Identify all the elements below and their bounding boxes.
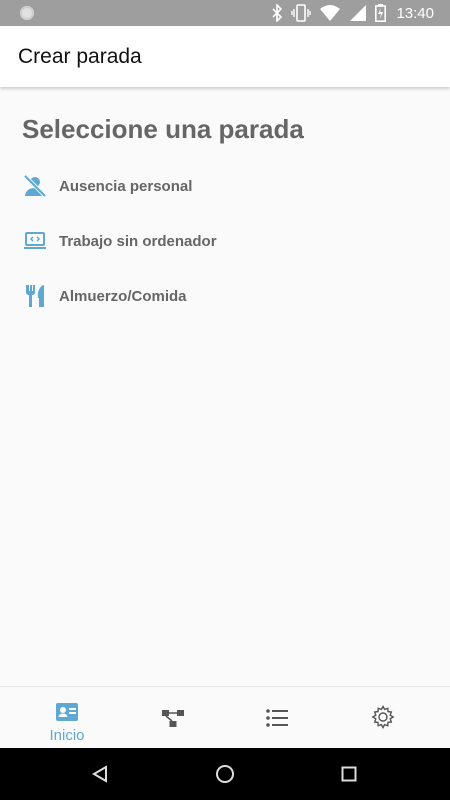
network-icon (161, 707, 185, 729)
battery-icon (375, 4, 387, 22)
list-icon (265, 707, 289, 729)
nav-item-inicio[interactable]: Inicio (11, 687, 123, 749)
notification-dot-icon (20, 6, 34, 20)
person-off-icon (22, 173, 48, 199)
status-bar: 13:40 (0, 0, 450, 26)
page-title: Crear parada (18, 45, 142, 68)
stop-item-label: Almuerzo/Comida (59, 287, 187, 305)
stop-item-label: Trabajo sin ordenador (59, 232, 217, 250)
id-card-icon (55, 701, 79, 723)
nav-item-network[interactable] (117, 687, 229, 749)
home-button[interactable] (195, 748, 255, 800)
stop-item-almuerzo-comida[interactable]: Almuerzo/Comida (22, 281, 422, 311)
recents-square-icon (341, 766, 357, 782)
back-button[interactable] (70, 748, 130, 800)
stop-item-label: Ausencia personal (59, 177, 193, 195)
vibrate-icon (291, 4, 312, 22)
nav-item-settings[interactable] (327, 687, 439, 749)
nav-item-list[interactable] (221, 687, 333, 749)
recents-button[interactable] (319, 748, 379, 800)
back-triangle-icon (92, 765, 107, 783)
bluetooth-icon (272, 4, 283, 22)
section-heading: Seleccione una parada (22, 114, 304, 144)
home-circle-icon (216, 765, 234, 783)
signal-icon (350, 5, 367, 21)
stop-item-trabajo-sin-ordenador[interactable]: Trabajo sin ordenador (22, 226, 422, 256)
laptop-code-icon (22, 228, 48, 254)
gear-icon (371, 705, 395, 729)
stop-item-ausencia-personal[interactable]: Ausencia personal (22, 171, 422, 201)
utensils-icon (22, 283, 48, 309)
bottom-navigation: Inicio (0, 686, 450, 749)
status-time: 13:40 (396, 4, 434, 22)
app-bar: Crear parada (0, 26, 450, 87)
wifi-icon (320, 5, 341, 21)
nav-label: Inicio (49, 727, 85, 744)
system-navigation-bar (0, 748, 450, 800)
